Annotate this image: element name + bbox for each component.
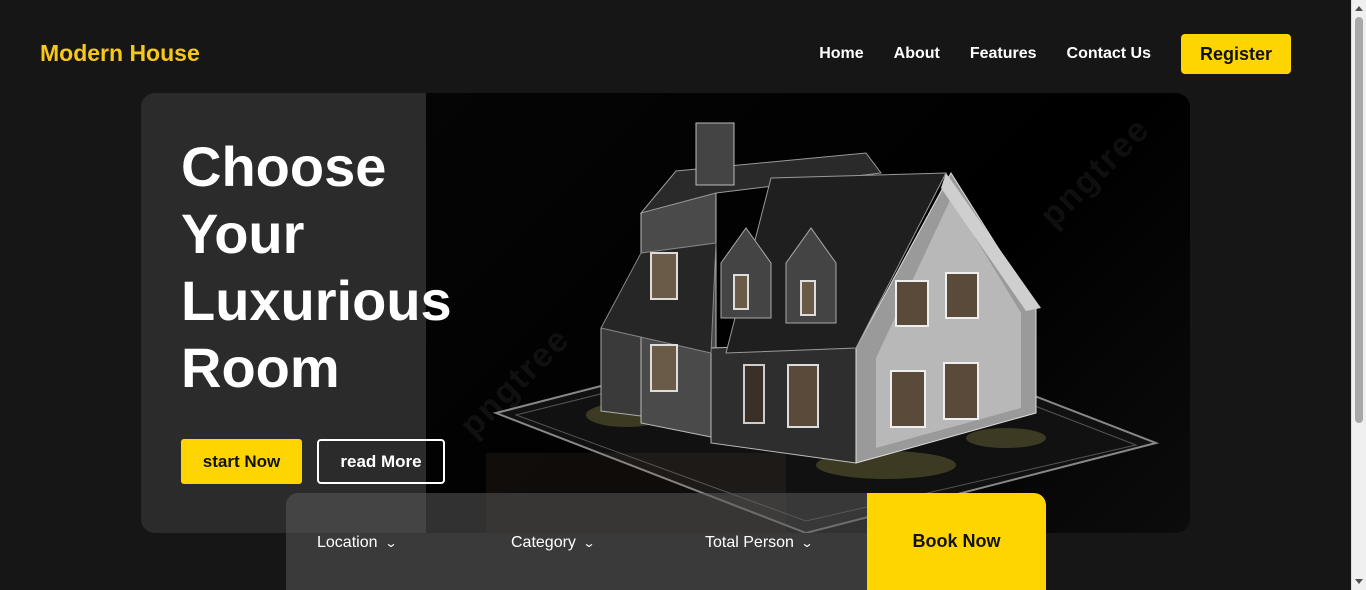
- chevron-down-icon: ⌄: [383, 536, 398, 550]
- category-dropdown[interactable]: Category ⌄: [511, 493, 596, 590]
- location-dropdown[interactable]: Location ⌄: [317, 493, 398, 590]
- start-now-button[interactable]: start Now: [181, 439, 302, 484]
- headline-line: Luxurious: [181, 269, 452, 332]
- brand-logo[interactable]: Modern House: [40, 40, 200, 67]
- register-button[interactable]: Register: [1181, 34, 1291, 74]
- nav-contact[interactable]: Contact Us: [1067, 45, 1151, 63]
- hero-headline: Choose Your Luxurious Room: [181, 133, 481, 401]
- nav-features[interactable]: Features: [970, 45, 1037, 63]
- hero-card: pngtree pngtree Choose Your Luxurious Ro…: [141, 93, 1190, 533]
- headline-line: Choose: [181, 135, 387, 198]
- nav-about[interactable]: About: [894, 45, 940, 63]
- total-person-label: Total Person: [705, 534, 794, 551]
- scrollbar-thumb[interactable]: [1355, 17, 1363, 423]
- nav-home[interactable]: Home: [819, 45, 863, 63]
- scroll-down-arrow-icon[interactable]: [1355, 579, 1363, 584]
- location-label: Location: [317, 534, 378, 551]
- house-illustration: [486, 122, 1160, 533]
- headline-line: Your: [181, 202, 305, 265]
- book-now-button[interactable]: Book Now: [867, 493, 1046, 590]
- category-label: Category: [511, 534, 576, 551]
- house-image: pngtree pngtree: [426, 93, 1190, 533]
- read-more-button[interactable]: read More: [317, 439, 445, 484]
- chevron-down-icon: ⌄: [582, 536, 596, 550]
- booking-bar: Location ⌄ Category ⌄ Total Person ⌄ Boo…: [286, 493, 1046, 590]
- vertical-scrollbar[interactable]: [1351, 0, 1366, 590]
- main-nav: Home About Features Contact Us Register: [819, 34, 1291, 74]
- chevron-down-icon: ⌄: [800, 536, 814, 550]
- headline-line: Room: [181, 336, 340, 399]
- scroll-up-arrow-icon[interactable]: [1355, 6, 1363, 11]
- total-person-dropdown[interactable]: Total Person ⌄: [705, 493, 814, 590]
